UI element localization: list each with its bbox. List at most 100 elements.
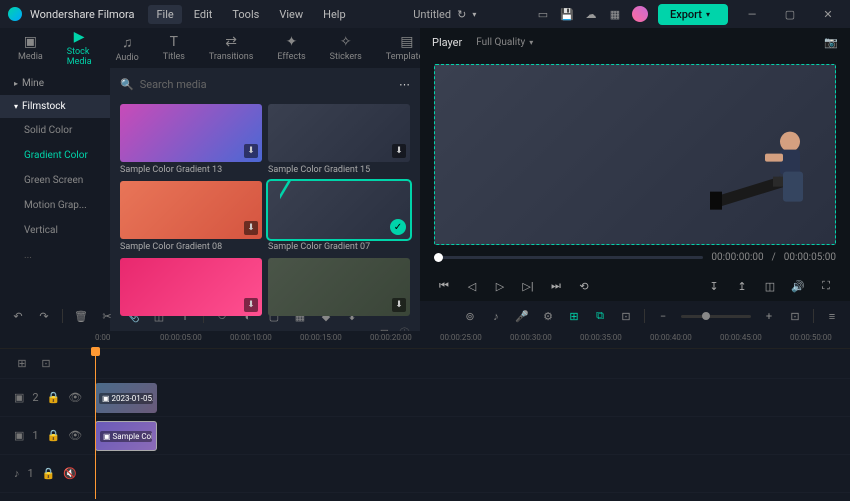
zoom-slider[interactable] [681, 315, 751, 318]
magnet-button[interactable]: ⧉ [592, 308, 608, 324]
crop-icon[interactable]: ◫ [760, 276, 780, 296]
thumb-gradient-extra1[interactable]: ⬇ [120, 258, 262, 316]
search-icon: 🔍 [120, 78, 134, 91]
download-icon: ⬇ [244, 298, 258, 312]
thumb-gradient-13[interactable]: ⬇ Sample Color Gradient 13 [120, 104, 262, 175]
save-icon[interactable]: 💾 [560, 7, 574, 21]
thumb-gradient-07[interactable]: ✓ Sample Color Gradient 07 [268, 181, 410, 252]
delete-button[interactable]: 🗑 [73, 308, 89, 324]
add-track-icon[interactable]: ⊞ [14, 356, 30, 372]
track-body-1[interactable]: ▣ Sample Col... [90, 417, 850, 454]
timeline-ruler[interactable]: 0:00 00:00:05:00 00:00:10:00 00:00:15:00… [0, 331, 850, 349]
minimize-button[interactable]: — [738, 4, 766, 24]
zoom-fit-button[interactable]: ⊡ [787, 308, 803, 324]
clip-video[interactable]: ▣ 2023-01-05... [95, 383, 157, 413]
render-button[interactable]: ⊚ [462, 308, 478, 324]
audio-button[interactable]: ♪ [488, 308, 504, 324]
refresh-icon[interactable]: ↻ [457, 8, 466, 21]
maximize-button[interactable]: ▢ [776, 4, 804, 24]
sidebar-item-solid[interactable]: Solid Color [0, 118, 110, 143]
next-frame-button[interactable]: ⏭ [546, 276, 566, 296]
mixer-button[interactable]: ⚙ [540, 308, 556, 324]
fullscreen-icon[interactable]: ⛶ [816, 276, 836, 296]
close-button[interactable]: ✕ [814, 4, 842, 24]
zoom-in-button[interactable]: + [761, 308, 777, 324]
redo-button[interactable]: ↷ [36, 308, 52, 324]
clip-label: ▣ Sample Col... [100, 431, 152, 442]
video-preview[interactable] [434, 64, 836, 245]
menu-tools[interactable]: Tools [224, 5, 267, 24]
volume-icon[interactable]: 🔊 [788, 276, 808, 296]
search-input[interactable]: 🔍 Search media [120, 78, 391, 91]
sidebar-item-vertical[interactable]: Vertical [0, 218, 110, 243]
settings-button[interactable]: ≡ [824, 308, 840, 324]
scrub-handle[interactable] [434, 253, 443, 262]
visibility-icon[interactable]: 👁 [68, 391, 82, 404]
preview-area: 00:00:00:00 / 00:00:05:00 [420, 56, 850, 271]
tab-media[interactable]: ▣Media [8, 30, 53, 66]
menu-file[interactable]: File [148, 5, 181, 24]
thumb-gradient-15[interactable]: ⬇ Sample Color Gradient 15 [268, 104, 410, 175]
check-icon: ✓ [390, 219, 406, 235]
mic-button[interactable]: 🎤 [514, 308, 530, 324]
menu-edit[interactable]: Edit [186, 5, 221, 24]
timeline-tracks: ⊞⊡ ▣ 2 🔒 👁 ▣ 2023-01-05... ▣ 1 🔒 👁 ▣ Sam [0, 349, 850, 501]
visibility-icon[interactable]: 👁 [68, 429, 82, 442]
scrub-track[interactable] [434, 256, 703, 259]
thumb-gradient-extra2[interactable]: ⬇ [268, 258, 410, 316]
player-tab[interactable]: Player [432, 36, 462, 49]
sidebar-item-gradient[interactable]: Gradient Color [0, 143, 110, 168]
zoom-out-button[interactable]: − [655, 308, 671, 324]
mute-icon[interactable]: 🔇 [63, 467, 77, 480]
sidebar-item-filmstock[interactable]: ▾Filmstock [0, 95, 110, 118]
group-button[interactable]: ⊡ [618, 308, 634, 324]
scrubber: 00:00:00:00 / 00:00:05:00 [434, 245, 836, 263]
play-button[interactable]: ▷ [490, 276, 510, 296]
tab-stock-media[interactable]: ▶Stock Media [57, 25, 102, 71]
prev-frame-button[interactable]: ⏮ [434, 276, 454, 296]
menu-help[interactable]: Help [315, 5, 354, 24]
track-body-2[interactable]: ▣ 2023-01-05... [90, 379, 850, 416]
sidebar-item-more[interactable]: ... [0, 243, 110, 268]
undo-button[interactable]: ↶ [10, 308, 26, 324]
lock-icon[interactable]: 🔒 [42, 467, 56, 480]
lock-icon[interactable]: 🔒 [47, 391, 61, 404]
sidebar-item-mine[interactable]: ▸Mine [0, 72, 110, 95]
cloud-icon[interactable]: ☁ [584, 7, 598, 21]
chevron-down-icon[interactable]: ▾ [472, 10, 476, 19]
step-back-button[interactable]: ◁ [462, 276, 482, 296]
tab-stickers[interactable]: ✧Stickers [320, 30, 372, 66]
tab-titles[interactable]: TTitles [153, 30, 195, 66]
media-panel: ▣Media ▶Stock Media ♫Audio TTitles ⇄Tran… [0, 28, 420, 301]
export-button[interactable]: Export▾ [658, 4, 728, 25]
chevron-right-icon: ▸ [14, 79, 18, 88]
grid-icon[interactable]: ▦ [608, 7, 622, 21]
thumb-gradient-08[interactable]: ⬇ Sample Color Gradient 08 [120, 181, 262, 252]
loop-button[interactable]: ⟲ [574, 276, 594, 296]
clip-gradient[interactable]: ▣ Sample Col... [95, 421, 157, 451]
transitions-icon: ⇄ [225, 34, 237, 50]
video-track-2: ▣ 2 🔒 👁 ▣ 2023-01-05... [0, 379, 850, 417]
snapshot-icon[interactable]: 📷 [824, 36, 838, 49]
quality-selector[interactable]: Full Quality▾ [476, 37, 533, 48]
mark-out-icon[interactable]: ↥ [732, 276, 752, 296]
track-settings-icon[interactable]: ⊡ [38, 356, 54, 372]
lock-icon[interactable]: 🔒 [47, 429, 61, 442]
zoom-handle[interactable] [702, 312, 710, 320]
tab-effects[interactable]: ✦Effects [267, 30, 315, 66]
tab-transitions[interactable]: ⇄Transitions [199, 30, 264, 66]
sidebar-item-green[interactable]: Green Screen [0, 168, 110, 193]
step-fwd-button[interactable]: ▷| [518, 276, 538, 296]
snap-button[interactable]: ⊞ [566, 308, 582, 324]
effects-icon: ✦ [286, 34, 298, 50]
download-icon: ⬇ [392, 298, 406, 312]
track-body-a1[interactable] [90, 455, 850, 492]
tab-audio[interactable]: ♫Audio [106, 30, 149, 67]
playhead[interactable] [95, 349, 96, 499]
mark-in-icon[interactable]: ↧ [704, 276, 724, 296]
menu-view[interactable]: View [271, 5, 311, 24]
sidebar-item-motion[interactable]: Motion Grap... [0, 193, 110, 218]
monitor-icon[interactable]: ▭ [536, 7, 550, 21]
avatar[interactable] [632, 6, 648, 22]
more-icon[interactable]: ⋯ [399, 78, 410, 91]
